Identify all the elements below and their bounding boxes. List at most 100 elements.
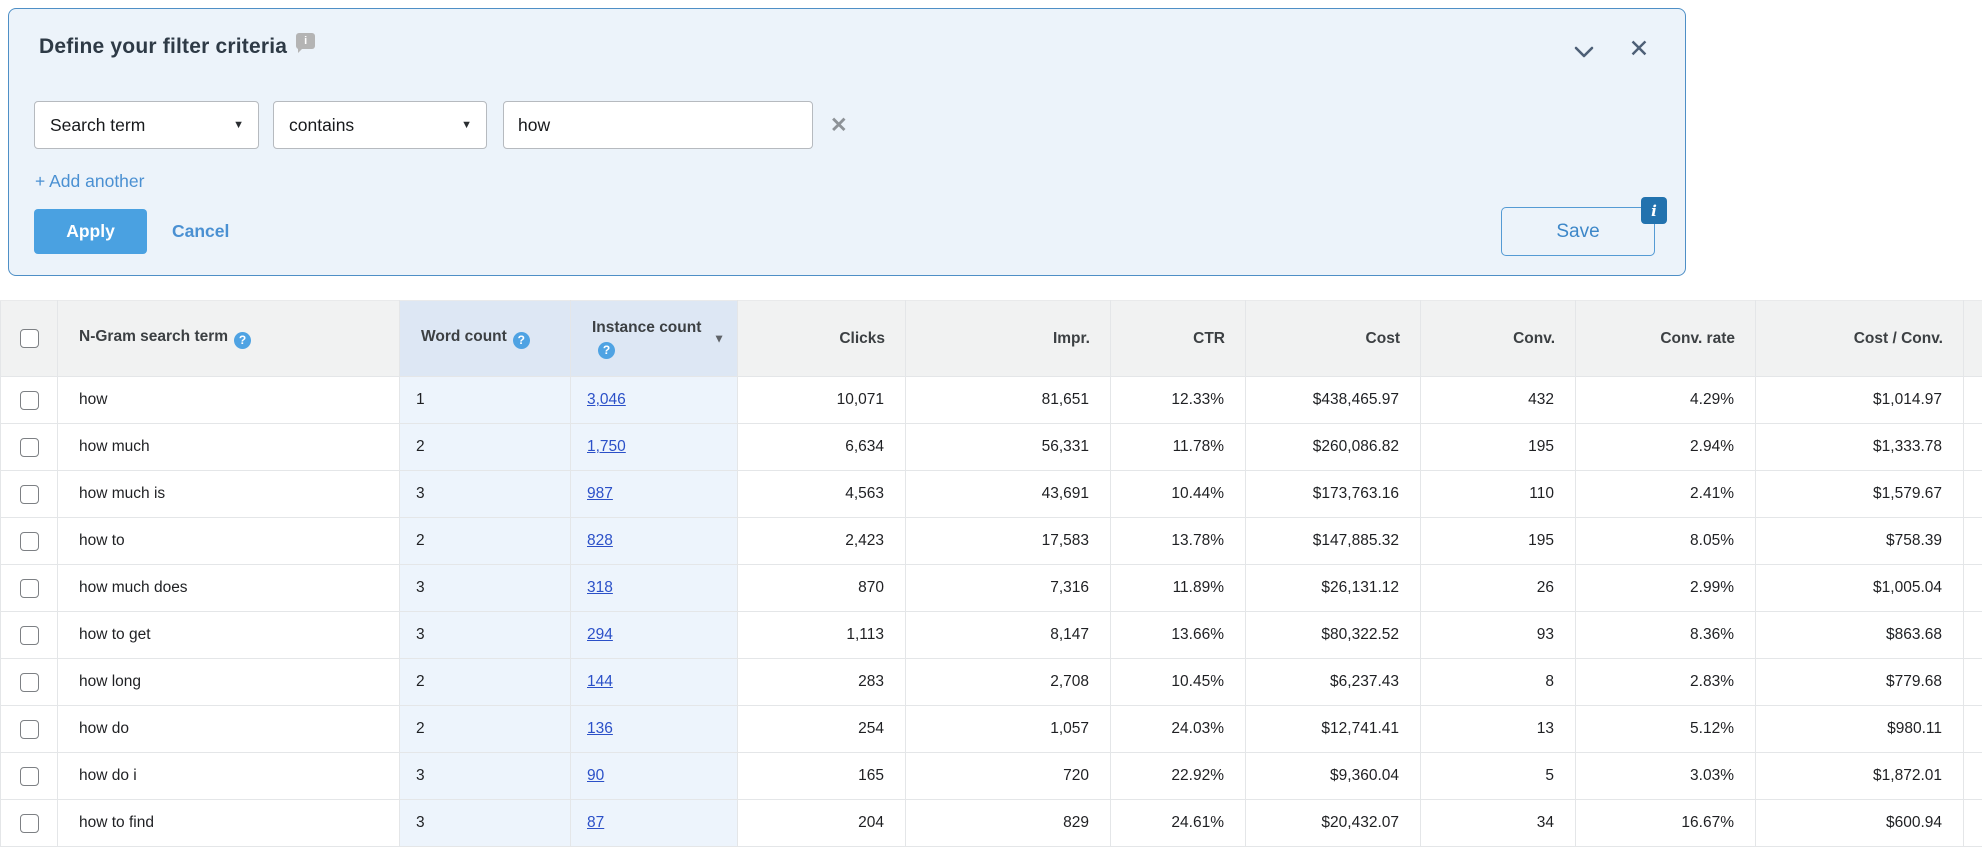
title-info-icon[interactable]: i [296,33,316,53]
cost-cell: $12,741.41 [1245,705,1421,753]
instance-count-link[interactable]: 90 [587,767,604,784]
filter-value-input[interactable] [503,101,813,149]
help-icon[interactable]: ? [234,332,252,349]
row-checkbox[interactable] [19,625,39,645]
row-spacer-cell [1963,658,1982,706]
table-row: how much 2 1,750 6,634 56,331 11.78% $26… [0,423,1982,471]
table-row: how to get 3 294 1,113 8,147 13.66% $80,… [0,611,1982,659]
instance-count-link[interactable]: 136 [587,720,613,737]
ctr-cell: 24.61% [1110,799,1246,847]
conv-rate-cell: 3.03% [1575,752,1756,800]
row-checkbox[interactable] [19,766,39,786]
help-icon[interactable]: ? [512,332,530,349]
table-row: how to find 3 87 204 829 24.61% $20,432.… [0,799,1982,847]
instance-count-cell: 144 [570,658,738,706]
row-select-cell [0,752,58,800]
column-header-clicks[interactable]: Clicks [737,300,906,377]
dropdown-caret-icon: ▼ [233,119,244,131]
instance-count-link[interactable]: 87 [587,814,604,831]
row-select-cell [0,705,58,753]
row-checkbox[interactable] [19,672,39,692]
clicks-cell: 6,634 [737,423,906,471]
cost-per-conv-cell: $863.68 [1755,611,1964,659]
column-header-term[interactable]: N-Gram search term? [57,300,400,377]
clicks-cell: 870 [737,564,906,612]
conversions-cell: 93 [1420,611,1576,659]
cancel-link[interactable]: Cancel [172,221,229,242]
column-header-conv[interactable]: Conv. [1420,300,1576,377]
row-checkbox[interactable] [19,437,39,457]
clicks-cell: 283 [737,658,906,706]
cost-cell: $438,465.97 [1245,376,1421,424]
conversions-cell: 13 [1420,705,1576,753]
instance-count-cell: 828 [570,517,738,565]
row-spacer-cell [1963,564,1982,612]
ngram-term-cell: how do [57,705,400,753]
table-header-row: N-Gram search term? Word count? Instance… [0,300,1982,377]
conversions-cell: 432 [1420,376,1576,424]
row-spacer-cell [1963,752,1982,800]
instance-count-link[interactable]: 3,046 [587,391,626,408]
column-header-impr[interactable]: Impr. [905,300,1111,377]
ctr-cell: 13.66% [1110,611,1246,659]
add-another-link[interactable]: + Add another [35,171,144,192]
cost-cell: $6,237.43 [1245,658,1421,706]
row-spacer-cell [1963,705,1982,753]
column-header-conv-rate[interactable]: Conv. rate [1575,300,1756,377]
field-select[interactable]: Search term ▼ [34,101,259,149]
conv-rate-cell: 4.29% [1575,376,1756,424]
instance-count-cell: 1,750 [570,423,738,471]
field-select-value: Search term [50,114,146,135]
conversions-cell: 34 [1420,799,1576,847]
cost-per-conv-cell: $758.39 [1755,517,1964,565]
table-row: how much is 3 987 4,563 43,691 10.44% $1… [0,470,1982,518]
column-header-cost-conv[interactable]: Cost / Conv. [1755,300,1964,377]
row-checkbox[interactable] [19,813,39,833]
row-spacer-cell [1963,376,1982,424]
impressions-cell: 720 [905,752,1111,800]
chevron-down-icon[interactable] [1573,45,1595,59]
apply-button[interactable]: Apply [34,209,147,254]
remove-criteria-icon[interactable]: ✕ [830,115,848,136]
cost-per-conv-cell: $779.68 [1755,658,1964,706]
word-count-cell: 3 [399,611,571,659]
row-select-cell [0,470,58,518]
instance-count-link[interactable]: 144 [587,673,613,690]
cost-per-conv-cell: $1,579.67 [1755,470,1964,518]
dropdown-caret-icon: ▼ [461,119,472,131]
instance-count-link[interactable]: 318 [587,579,613,596]
save-info-icon[interactable]: i [1641,197,1667,224]
row-checkbox[interactable] [19,484,39,504]
ngram-term-cell: how [57,376,400,424]
column-header-instance-count[interactable]: Instance count ? ▼ [570,300,738,377]
operator-select[interactable]: contains ▼ [273,101,487,149]
ngram-term-cell: how to [57,517,400,565]
conv-rate-cell: 5.12% [1575,705,1756,753]
close-icon[interactable]: ✕ [1627,37,1651,62]
instance-count-link[interactable]: 294 [587,626,613,643]
ngram-term-cell: how do i [57,752,400,800]
column-header-cost[interactable]: Cost [1245,300,1421,377]
row-checkbox[interactable] [19,719,39,739]
instance-count-cell: 318 [570,564,738,612]
conv-rate-cell: 8.36% [1575,611,1756,659]
row-checkbox[interactable] [19,531,39,551]
row-checkbox[interactable] [19,578,39,598]
impressions-cell: 81,651 [905,376,1111,424]
column-header-word-count[interactable]: Word count? [399,300,571,377]
row-select-cell [0,658,58,706]
instance-count-cell: 987 [570,470,738,518]
row-checkbox[interactable] [19,390,39,410]
sort-desc-icon[interactable]: ▼ [713,331,725,346]
ngram-term-cell: how much is [57,470,400,518]
instance-count-link[interactable]: 1,750 [587,438,626,455]
column-header-ctr[interactable]: CTR [1110,300,1246,377]
help-icon[interactable]: ? [598,342,615,360]
cost-per-conv-cell: $1,872.01 [1755,752,1964,800]
instance-count-link[interactable]: 828 [587,532,613,549]
table-row: how 1 3,046 10,071 81,651 12.33% $438,46… [0,376,1982,424]
instance-count-link[interactable]: 987 [587,485,613,502]
select-all-checkbox[interactable] [19,329,39,348]
save-button[interactable]: Save i [1501,197,1667,256]
impressions-cell: 17,583 [905,517,1111,565]
